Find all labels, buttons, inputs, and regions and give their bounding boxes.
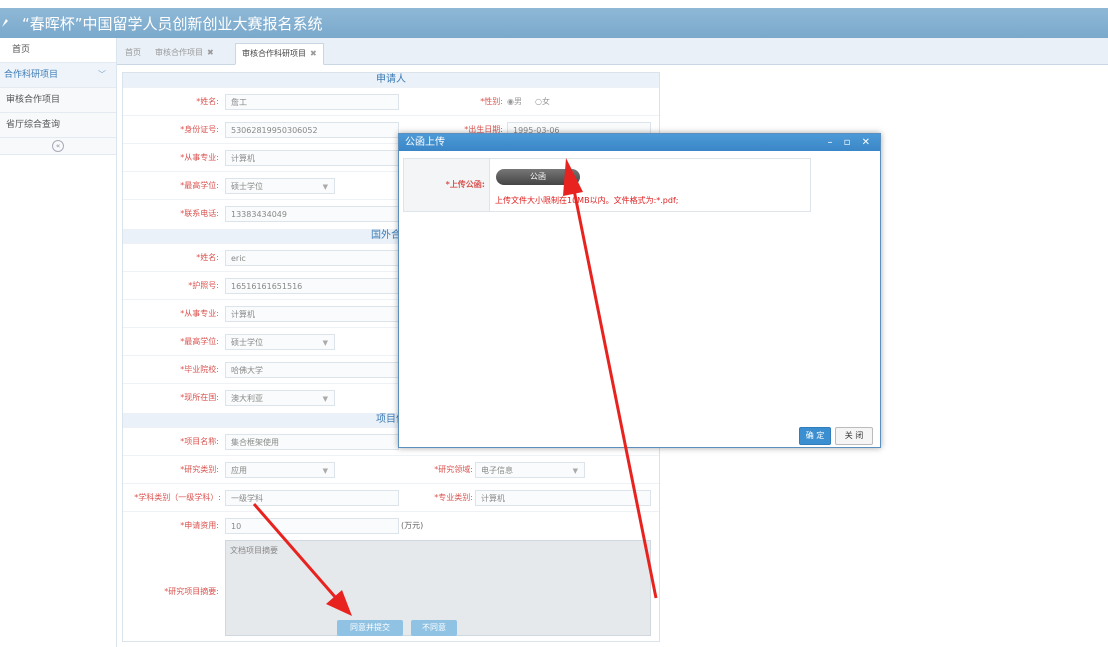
annotation-arrows (252, 158, 658, 616)
arrow-icon (252, 503, 352, 616)
arrow-icon (563, 158, 658, 599)
